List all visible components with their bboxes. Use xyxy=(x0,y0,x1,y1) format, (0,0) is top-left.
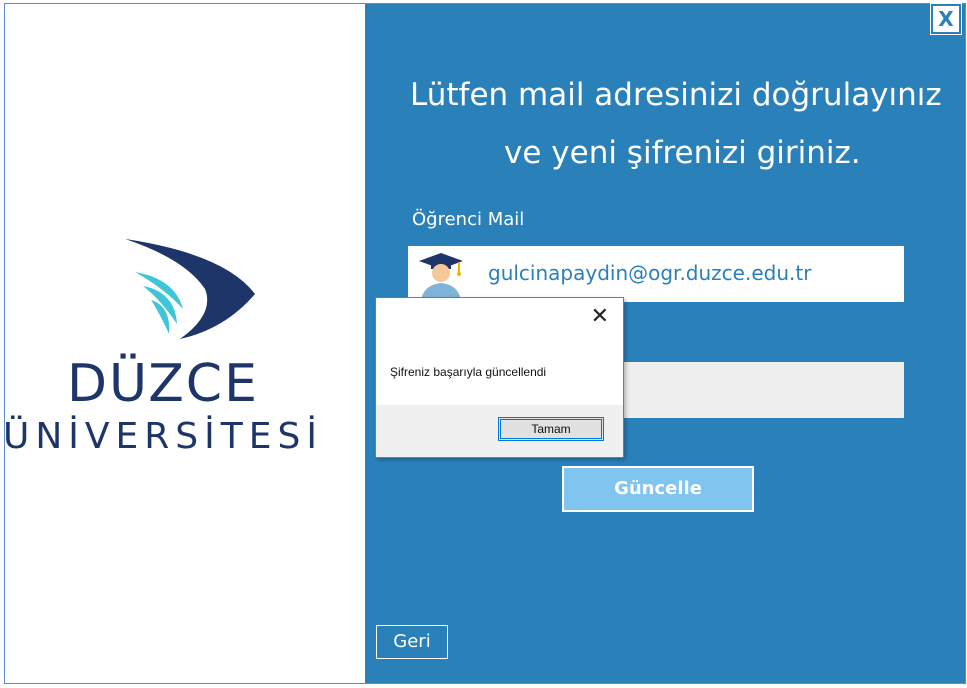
back-button[interactable]: Geri xyxy=(376,625,448,659)
password-field[interactable] xyxy=(580,362,904,418)
heading-line-1: Lütfen mail adresinizi doğrulayınız xyxy=(410,77,942,113)
university-logo xyxy=(125,239,255,339)
instruction-heading: Lütfen mail adresinizi doğrulayınız ve y… xyxy=(410,66,967,182)
email-field[interactable]: gulcinapaydin@ogr.duzce.edu.tr xyxy=(408,246,904,302)
brand-name: DÜZCE xyxy=(67,354,259,414)
close-icon[interactable]: ✕ xyxy=(591,306,609,328)
brand-subtitle: ÜNİVERSİTESİ xyxy=(4,416,323,457)
ok-button[interactable]: Tamam xyxy=(498,417,604,441)
update-button[interactable]: Güncelle xyxy=(562,466,754,512)
window-close-button[interactable]: X xyxy=(930,3,962,35)
brand-panel: DÜZCE ÜNİVERSİTESİ xyxy=(5,4,365,683)
heading-line-2: ve yeni şifrenizi giriniz. xyxy=(504,135,861,171)
student-avatar-icon xyxy=(419,253,463,301)
mail-label: Öğrenci Mail xyxy=(412,209,525,230)
dialog-message: Şifreniz başarıyla güncellendi xyxy=(390,365,547,379)
dialog-footer: Tamam xyxy=(376,405,623,457)
success-dialog: ✕ Şifreniz başarıyla güncellendi Tamam xyxy=(375,297,624,458)
email-value: gulcinapaydin@ogr.duzce.edu.tr xyxy=(488,261,812,285)
